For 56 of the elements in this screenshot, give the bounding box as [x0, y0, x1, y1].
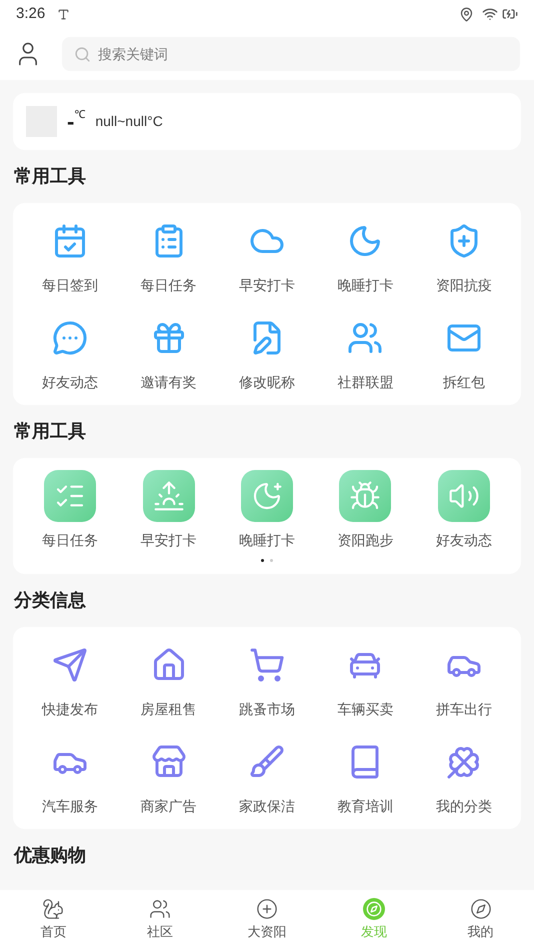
status-time: 3:26: [16, 4, 46, 24]
tool-item[interactable]: 晚睡打卡: [218, 470, 316, 551]
search-icon: [74, 46, 91, 63]
tool-item[interactable]: 汽车服务: [21, 736, 120, 817]
nav-tab[interactable]: 我的: [427, 890, 534, 950]
moon-star-icon: [240, 470, 293, 522]
temperature: -: [67, 108, 74, 136]
tool-item[interactable]: 资阳跑步: [316, 470, 415, 551]
tool-item[interactable]: 我的分类: [414, 736, 513, 817]
tool-item[interactable]: 好友动态: [414, 470, 513, 551]
search-field[interactable]: 搜索关键词: [62, 37, 520, 71]
store-icon: [150, 744, 187, 780]
tool-item[interactable]: 晚睡打卡: [316, 215, 415, 296]
people-icon: [347, 320, 384, 356]
tool-item[interactable]: 早安打卡: [119, 470, 218, 551]
tool-item[interactable]: 每日任务: [21, 470, 120, 551]
tool-item[interactable]: 拆红包: [414, 312, 513, 393]
section-title: 常用工具: [13, 165, 87, 188]
tool-item[interactable]: 家政保洁: [218, 736, 316, 817]
tool-item[interactable]: 社群联盟: [316, 312, 415, 393]
squirrel-icon: [42, 898, 64, 920]
nav-tab[interactable]: 首页: [0, 890, 107, 950]
tool-item[interactable]: 早安打卡: [218, 215, 316, 296]
tool-item[interactable]: 教育培训: [316, 736, 415, 817]
shopping-cart-icon: [248, 647, 285, 683]
tool-item[interactable]: 快捷发布: [21, 639, 120, 720]
temperature-range: null~null°C: [95, 112, 163, 131]
checklist-icon: [44, 470, 96, 522]
compass-icon: [362, 898, 385, 920]
tool-item[interactable]: 每日签到: [21, 215, 120, 296]
tool-item[interactable]: 拼车出行: [414, 639, 513, 720]
clover-icon: [446, 744, 482, 780]
wifi-icon: [482, 6, 498, 22]
section-title: 优惠购物: [12, 844, 87, 867]
compass-icon: [470, 898, 492, 920]
tool-item[interactable]: 商家广告: [119, 736, 218, 817]
chat-bubble-icon: [52, 320, 88, 356]
plus-circle-icon: [256, 898, 278, 920]
paper-plane-icon: [52, 647, 88, 683]
temperature-unit: ℃: [74, 108, 86, 123]
location-icon: [459, 6, 474, 22]
speaker-icon: [438, 470, 490, 522]
tool-item[interactable]: 好友动态: [21, 312, 120, 393]
people-icon: [149, 898, 172, 920]
sunrise-icon: [142, 470, 195, 522]
section-title: 常用工具: [13, 420, 87, 443]
section-title: 分类信息: [12, 589, 87, 612]
tool-item[interactable]: 修改昵称: [218, 312, 316, 393]
tool-item[interactable]: 房屋租售: [119, 639, 218, 720]
tool-item[interactable]: 资阳抗疫: [414, 215, 513, 296]
tool-item[interactable]: 邀请有奖: [119, 312, 218, 393]
nav-tab[interactable]: 社区: [106, 890, 214, 950]
nav-tab[interactable]: 大资阳: [214, 890, 320, 950]
tool-item[interactable]: 跳蚤市场: [218, 639, 316, 720]
tool-item[interactable]: 每日任务: [119, 215, 218, 296]
tool-item[interactable]: 车辆买卖: [316, 639, 415, 720]
